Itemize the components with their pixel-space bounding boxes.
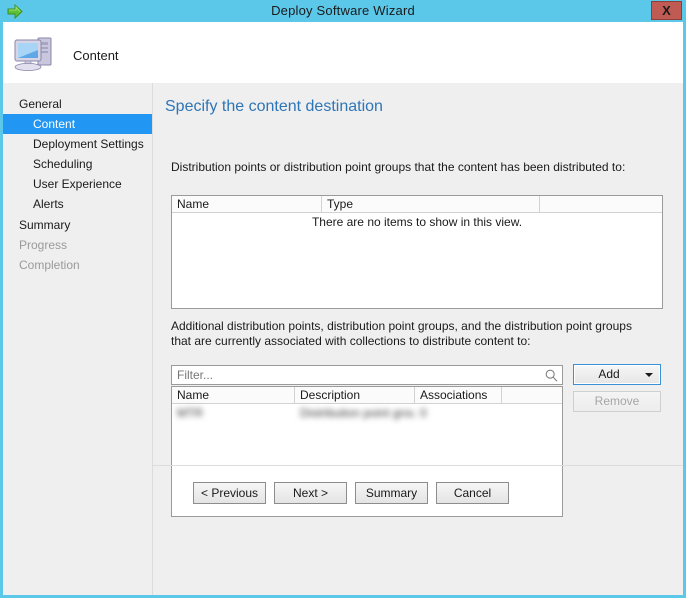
- add-button[interactable]: Add: [573, 364, 661, 385]
- content-panel: Specify the content destination Distribu…: [153, 83, 683, 595]
- previous-button[interactable]: < Previous: [193, 482, 266, 504]
- distributed-section-label: Distribution points or distribution poin…: [171, 160, 626, 174]
- remove-button[interactable]: Remove: [573, 391, 661, 412]
- column-header-associations[interactable]: Associations: [415, 387, 502, 403]
- column-header-blank[interactable]: [540, 196, 662, 212]
- search-icon[interactable]: [545, 369, 558, 382]
- column-header-type[interactable]: Type: [322, 196, 540, 212]
- column-header-blank[interactable]: [502, 387, 562, 403]
- table-cell: Distribution point group: [300, 406, 415, 420]
- cancel-button[interactable]: Cancel: [436, 482, 509, 504]
- column-header-name[interactable]: Name: [172, 196, 322, 212]
- distributed-points-table[interactable]: Name Type There are no items to show in t…: [171, 195, 663, 309]
- content-heading: Specify the content destination: [165, 98, 383, 115]
- table-header-row: Name Type: [172, 196, 662, 213]
- summary-button[interactable]: Summary: [355, 482, 428, 504]
- page-title: Content: [73, 48, 119, 63]
- window-title: Deploy Software Wizard: [271, 3, 415, 18]
- filter-box[interactable]: [171, 365, 563, 385]
- column-header-description[interactable]: Description: [295, 387, 415, 403]
- wizard-banner: Content: [3, 22, 683, 83]
- sidebar-item-completion: Completion: [19, 258, 80, 272]
- chevron-down-icon[interactable]: [645, 373, 653, 377]
- close-icon[interactable]: X: [651, 1, 682, 20]
- empty-state-text: There are no items to show in this view.: [311, 215, 523, 229]
- sidebar-item-summary[interactable]: Summary: [3, 215, 168, 235]
- title-bar: Deploy Software Wizard X: [0, 0, 686, 22]
- additional-section-label: Additional distribution points, distribu…: [171, 319, 632, 348]
- wizard-window: Deploy Software Wizard X Content General…: [0, 0, 686, 598]
- table-cell: 0: [420, 406, 427, 420]
- search-input[interactable]: [177, 368, 527, 382]
- wizard-step-navigation: General Content Deployment Settings Schedul…: [3, 83, 182, 595]
- next-button[interactable]: Next >: [274, 482, 347, 504]
- add-button-label: Add: [598, 367, 620, 381]
- column-header-name[interactable]: Name: [172, 387, 295, 403]
- sidebar-item-general[interactable]: General: [3, 94, 168, 114]
- sidebar-item-progress: Progress: [19, 238, 68, 252]
- footer-divider: [153, 465, 683, 466]
- table-row[interactable]: MTR Distribution point group 0: [172, 405, 562, 421]
- table-cell: MTR: [177, 406, 203, 420]
- computer-icon: [11, 30, 57, 76]
- table-header-row: Name Description Associations: [172, 387, 562, 404]
